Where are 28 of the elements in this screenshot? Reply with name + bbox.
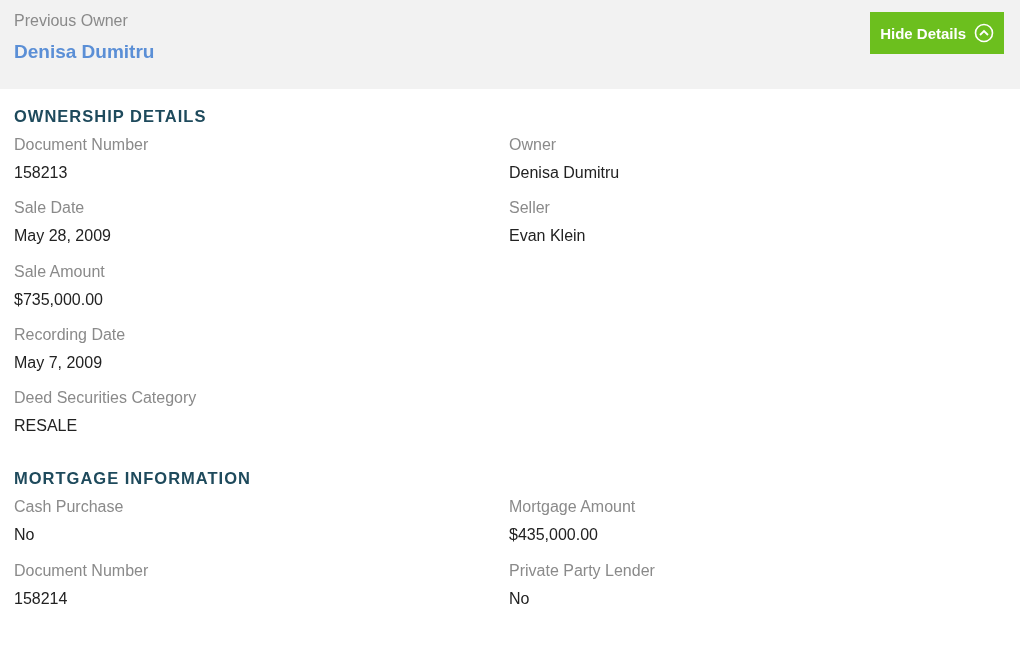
section-heading: MORTGAGE INFORMATION — [14, 468, 252, 489]
field-value: $735,000.00 — [14, 289, 104, 310]
field-label: Cash Purchase — [14, 497, 125, 518]
owner-name[interactable]: Denisa Dumitru — [14, 40, 155, 64]
field-label: Owner — [509, 135, 558, 155]
field-value: May 7, 2009 — [14, 352, 104, 373]
field-label: Sale Amount — [14, 261, 106, 282]
field-label: Mortgage Amount — [509, 497, 637, 518]
field-value: 158214 — [14, 588, 69, 609]
field-value: No — [14, 525, 36, 546]
previous-owner-label: Previous Owner — [14, 11, 129, 31]
field-label: Deed Securities Category — [14, 388, 198, 409]
field-label: Document Number — [14, 560, 150, 581]
field-value: No — [509, 588, 531, 609]
field-label: Document Number — [14, 135, 150, 155]
field-value: May 28, 2009 — [14, 226, 112, 247]
chevron-icon — [974, 23, 994, 43]
field-value: Evan Klein — [509, 226, 587, 247]
field-label: Sale Date — [14, 198, 86, 219]
field-value: Denisa Dumitru — [509, 163, 621, 183]
field-label: Recording Date — [14, 324, 127, 345]
field-value: RESALE — [14, 416, 79, 437]
field-label: Seller — [509, 198, 551, 219]
section-heading: OWNERSHIP DETAILS — [14, 106, 208, 126]
field-value: $435,000.00 — [509, 525, 599, 546]
field-value: 158213 — [14, 163, 69, 183]
hide-details-button[interactable]: Hide Details — [870, 12, 1004, 54]
field-label: Private Party Lender — [509, 560, 656, 581]
